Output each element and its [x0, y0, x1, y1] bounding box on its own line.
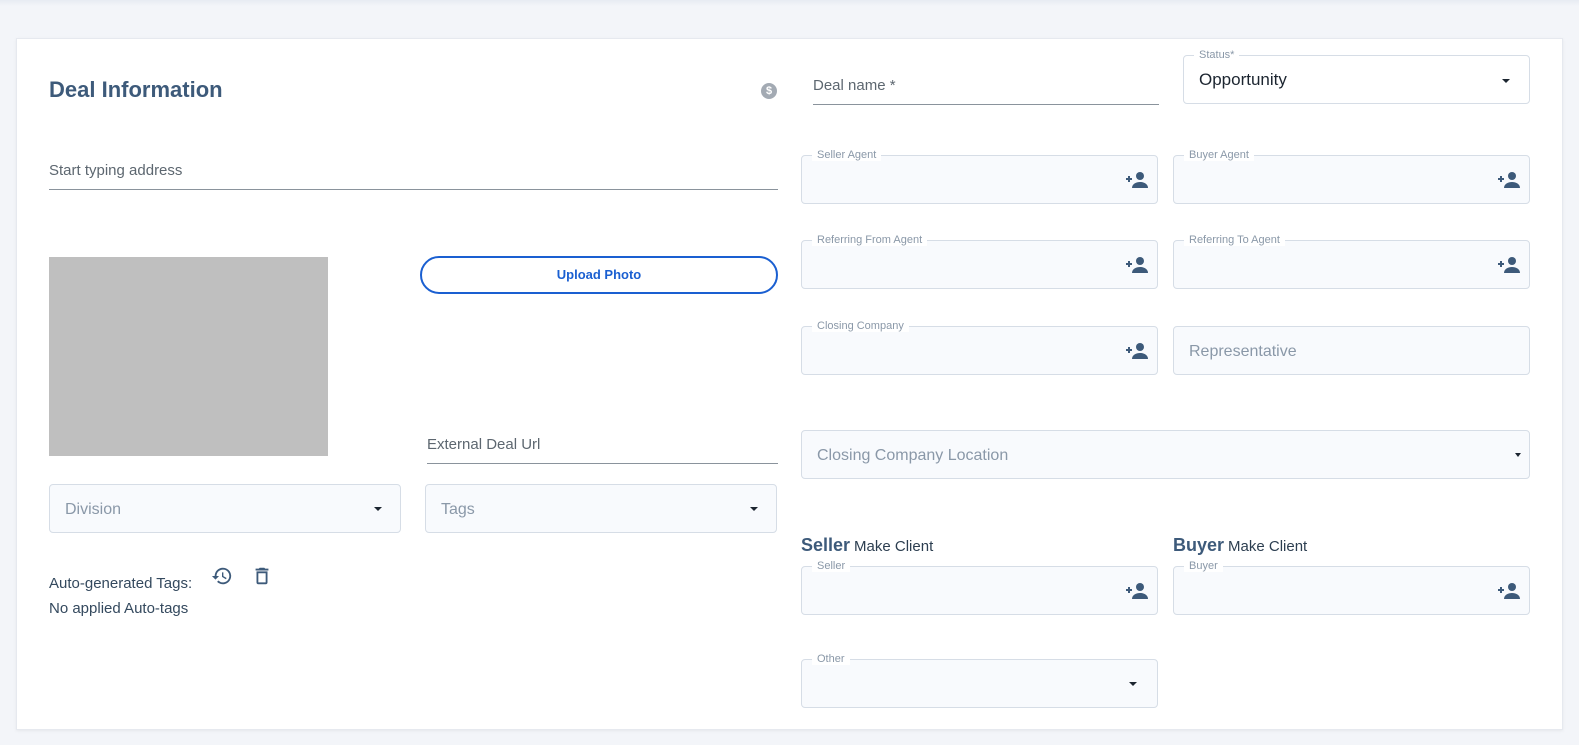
deal-name-input[interactable]: Deal name *	[813, 77, 1159, 105]
tags-select[interactable]: Tags	[425, 484, 777, 533]
buyer-field[interactable]: Buyer	[1173, 560, 1530, 615]
no-auto-tags-text: No applied Auto-tags	[49, 600, 189, 617]
photo-placeholder	[49, 257, 328, 456]
closing-company-location-select[interactable]: Closing Company Location	[801, 430, 1530, 479]
deal-information-card: Deal Information $ Start typing address …	[16, 38, 1563, 730]
add-person-icon[interactable]	[1125, 170, 1149, 190]
status-label: Status*	[1194, 49, 1240, 61]
add-person-icon[interactable]	[1497, 581, 1521, 601]
add-person-icon[interactable]	[1497, 170, 1521, 190]
add-person-icon[interactable]	[1125, 581, 1149, 601]
buyer-label: Buyer	[1184, 560, 1223, 572]
closing-company-field[interactable]: Closing Company	[801, 320, 1158, 375]
buyer-agent-label: Buyer Agent	[1184, 149, 1254, 161]
address-placeholder: Start typing address	[49, 162, 183, 179]
division-placeholder: Division	[65, 501, 122, 518]
top-shadow	[0, 0, 1579, 6]
address-input[interactable]: Start typing address	[49, 162, 778, 190]
seller-heading: Seller	[801, 535, 851, 555]
seller-agent-label: Seller Agent	[812, 149, 882, 161]
caret-down-icon	[750, 507, 758, 511]
caret-down-icon	[1129, 682, 1137, 686]
representative-field[interactable]: Representative	[1173, 326, 1530, 375]
status-value: Opportunity	[1199, 70, 1287, 89]
tags-placeholder: Tags	[441, 501, 475, 518]
referring-to-agent-field[interactable]: Referring To Agent	[1173, 234, 1530, 289]
caret-down-icon	[1502, 79, 1510, 83]
seller-make-client-link[interactable]: Make Client	[854, 538, 933, 555]
add-person-icon[interactable]	[1125, 255, 1149, 275]
buyer-agent-field[interactable]: Buyer Agent	[1173, 149, 1530, 204]
deal-name-placeholder: Deal name *	[813, 77, 896, 94]
external-url-placeholder: External Deal Url	[427, 436, 541, 453]
upload-photo-button[interactable]: Upload Photo	[420, 256, 778, 294]
add-person-icon[interactable]	[1497, 255, 1521, 275]
other-label: Other	[812, 653, 850, 665]
other-select[interactable]: Other	[801, 653, 1158, 708]
closing-company-label: Closing Company	[812, 320, 909, 332]
buyer-section-header: Buyer Make Client	[1173, 535, 1307, 556]
external-deal-url-input[interactable]: External Deal Url	[427, 436, 778, 464]
seller-label: Seller	[812, 560, 851, 572]
seller-field[interactable]: Seller	[801, 560, 1158, 615]
buyer-make-client-link[interactable]: Make Client	[1228, 538, 1307, 555]
seller-agent-field[interactable]: Seller Agent	[801, 149, 1158, 204]
caret-down-icon	[1515, 453, 1521, 457]
closing-location-placeholder: Closing Company Location	[817, 447, 1009, 464]
referring-from-agent-field[interactable]: Referring From Agent	[801, 234, 1158, 289]
history-icon[interactable]	[211, 565, 233, 592]
caret-down-icon	[374, 507, 382, 511]
auto-tags-label: Auto-generated Tags:	[49, 575, 193, 592]
referring-from-label: Referring From Agent	[812, 234, 928, 246]
trash-icon[interactable]	[251, 565, 273, 592]
referring-to-label: Referring To Agent	[1184, 234, 1285, 246]
dollar-icon[interactable]: $	[761, 83, 777, 99]
page-title: Deal Information	[49, 77, 223, 102]
division-select[interactable]: Division	[49, 484, 401, 533]
add-person-icon[interactable]	[1125, 341, 1149, 361]
status-select[interactable]: Status* Opportunity	[1183, 49, 1530, 104]
representative-placeholder: Representative	[1189, 343, 1297, 360]
seller-section-header: Seller Make Client	[801, 535, 933, 556]
buyer-heading: Buyer	[1173, 535, 1225, 555]
